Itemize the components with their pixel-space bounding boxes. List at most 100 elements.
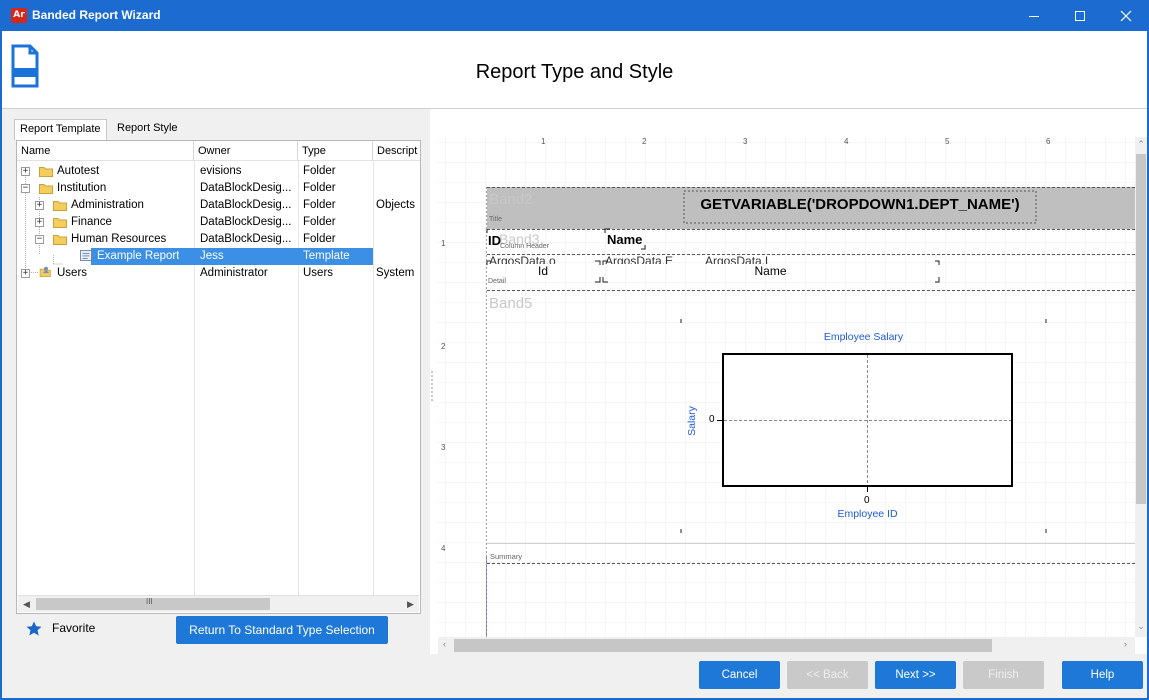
maximize-button[interactable] [1057, 0, 1103, 31]
minimize-button[interactable] [1011, 0, 1057, 31]
column-header-type[interactable]: Type [298, 141, 373, 161]
row-type: Folder [303, 165, 336, 177]
detail-name-field[interactable]: Name [603, 264, 938, 278]
expand-toggle-icon[interactable]: + [35, 218, 44, 227]
back-button[interactable]: << Back [787, 661, 868, 689]
row-type: Folder [303, 199, 336, 211]
row-name: Autotest [57, 165, 100, 177]
header-name-field[interactable]: Name [607, 232, 642, 247]
app-logo-icon: Ar [11, 8, 27, 23]
column-header-description[interactable]: Descript [373, 141, 420, 161]
summary-band-caption: Summary [490, 552, 523, 561]
scrollbar-thumb[interactable] [1136, 154, 1146, 504]
employee-salary-chart[interactable]: Employee Salary 0 0 Employee ID Salary [681, 319, 1046, 533]
title-expression-field[interactable]: GETVARIABLE('DROPDOWN1.DEPT_NAME') [685, 196, 1035, 213]
table-row[interactable]: + Autotest evisions Folder [17, 163, 420, 180]
tree-horizontal-scrollbar[interactable]: ◀ III ▶ [18, 595, 419, 612]
folder-icon [53, 201, 67, 211]
table-row[interactable]: − Human Resources DataBlockDesig... Folder [17, 231, 420, 248]
table-row[interactable]: + Administration DataBlockDesig... Folder Ob… [17, 197, 420, 214]
chart-x-tick-label: 0 [864, 495, 870, 506]
row-owner: DataBlockDesig... [200, 182, 292, 194]
detail-argos-field-1[interactable]: ArgosData.o [489, 254, 556, 264]
table-row[interactable]: Example Report Jess Template [17, 248, 420, 265]
title-bar: Ar Banded Report Wizard [0, 0, 1149, 31]
favorite-toggle[interactable]: Favorite [26, 618, 95, 638]
row-description [376, 214, 420, 231]
folder-icon [53, 218, 67, 228]
row-type: Folder [303, 233, 336, 245]
return-to-standard-type-button[interactable]: Return To Standard Type Selection [176, 616, 388, 644]
scrollbar-thumb[interactable] [36, 598, 270, 610]
wizard-button-bar: Cancel << Back Next >> Finish Help [2, 654, 1147, 698]
table-row[interactable]: + Finance DataBlockDesig... Folder [17, 214, 420, 231]
folder-icon [39, 167, 53, 177]
detail-argos-field-3[interactable]: ArgosData.L [705, 254, 772, 264]
minimize-icon [1029, 15, 1039, 17]
scroll-left-arrow-icon[interactable]: ◀ [18, 596, 35, 613]
row-type: Template [303, 250, 350, 262]
star-icon [26, 621, 42, 635]
scroll-up-arrow-icon[interactable]: ⌃ [1135, 139, 1147, 153]
row-name: Finance [71, 216, 112, 228]
window-title: Banded Report Wizard [32, 8, 161, 22]
chart-band-label: Band5 [489, 295, 533, 312]
title-band-label: Band2 [489, 191, 533, 208]
scroll-down-arrow-icon[interactable]: ⌄ [1135, 621, 1147, 635]
table-row[interactable]: + Users Administrator Users System [17, 265, 420, 282]
designer-horizontal-scrollbar[interactable]: ‹ › [438, 637, 1135, 654]
column-header-owner[interactable]: Owner [194, 141, 298, 161]
detail-band-caption: Detail [488, 278, 506, 285]
ruler-mark: 5 [945, 137, 950, 146]
wizard-header: Report Type and Style [0, 31, 1149, 109]
panel-splitter-handle[interactable] [430, 368, 434, 408]
template-tree-grid[interactable]: Name Owner Type Descript + Autotest evisio… [16, 140, 421, 614]
next-button[interactable]: Next >> [875, 661, 956, 689]
scroll-right-arrow-icon[interactable]: › [1124, 639, 1127, 649]
folder-icon [39, 184, 53, 194]
ruler-mark: 1 [441, 239, 446, 248]
close-icon [1120, 10, 1132, 21]
tab-report-style[interactable]: Report Style [112, 119, 183, 139]
column-header-band-caption: Column Header [500, 243, 550, 250]
scroll-left-arrow-icon[interactable]: ‹ [443, 639, 446, 649]
row-description [376, 248, 420, 265]
row-owner: Jess [200, 250, 224, 262]
ruler-mark: 4 [441, 544, 446, 553]
expand-toggle-icon[interactable]: − [35, 235, 44, 244]
chart-x-axis-label: Employee ID [837, 508, 898, 520]
tab-report-template[interactable]: Report Template [14, 119, 107, 140]
ruler-mark: 6 [1046, 137, 1051, 146]
expand-toggle-icon[interactable]: + [21, 167, 30, 176]
row-type: Folder [303, 182, 336, 194]
row-description [376, 231, 420, 248]
chart-y-axis-label: Salary [685, 406, 698, 436]
detail-id-field[interactable]: Id [487, 264, 599, 278]
report-designer-canvas[interactable]: 1 2 3 4 5 6 1 2 3 4 Band2 Title GETVARIA… [438, 137, 1135, 637]
folder-icon [53, 235, 67, 245]
finish-button[interactable]: Finish [963, 661, 1044, 689]
designer-vertical-scrollbar[interactable]: ⌃ ⌄ [1135, 137, 1147, 637]
expand-toggle-icon[interactable]: − [21, 184, 30, 193]
row-name: Users [57, 267, 88, 279]
ruler-mark: 3 [441, 443, 446, 452]
header-id-field[interactable]: ID [488, 233, 501, 248]
row-name: Administration [71, 199, 144, 211]
scrollbar-thumb[interactable] [454, 639, 992, 652]
row-description [376, 180, 420, 197]
row-description [376, 163, 420, 180]
detail-argos-field-2[interactable]: ArgosData.E [605, 254, 673, 264]
scroll-right-arrow-icon[interactable]: ▶ [402, 596, 419, 613]
cancel-button[interactable]: Cancel [699, 661, 780, 689]
expand-toggle-icon[interactable]: + [35, 201, 44, 210]
close-button[interactable] [1103, 0, 1149, 31]
table-row[interactable]: − Institution DataBlockDesig... Folder [17, 180, 420, 197]
page-title: Report Type and Style [475, 61, 674, 83]
row-type: Folder [303, 216, 336, 228]
expand-toggle-icon[interactable]: + [21, 269, 30, 278]
ruler-mark: 2 [642, 137, 647, 146]
row-owner: evisions [200, 165, 242, 177]
help-button[interactable]: Help [1062, 661, 1143, 689]
template-panel: Report Template Report Style Name Owner … [2, 109, 430, 672]
row-name: Human Resources [71, 233, 167, 245]
